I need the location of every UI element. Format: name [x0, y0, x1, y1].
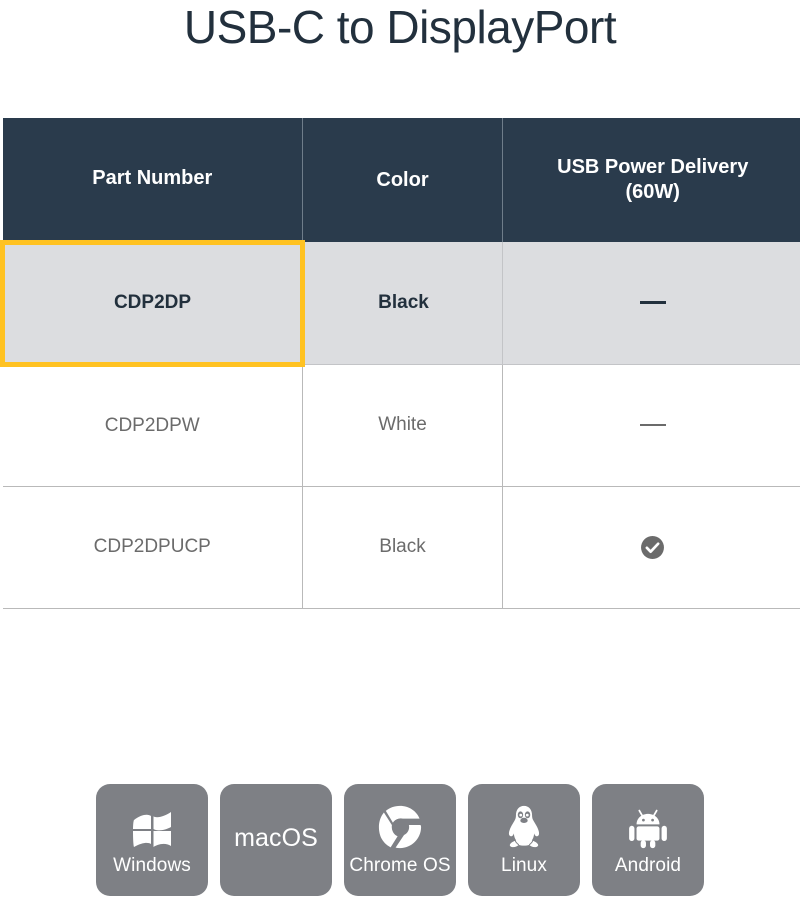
column-header-color: Color	[302, 118, 503, 242]
table-row[interactable]: CDP2DPW White	[2, 364, 800, 487]
column-header-part-number: Part Number	[2, 118, 303, 242]
os-badge-label: macOS	[234, 823, 318, 852]
table-row[interactable]: CDP2DPUCP Black	[2, 486, 800, 609]
os-badge-label: Windows	[113, 854, 191, 876]
table-row[interactable]: CDP2DP Black	[0, 239, 800, 367]
check-circle-icon	[640, 535, 665, 560]
chrome-wheel-icon	[377, 802, 423, 850]
cell-color: White	[302, 364, 503, 487]
os-badge-windows: Windows	[96, 784, 208, 896]
os-badge-label: Android	[614, 854, 682, 876]
android-robot-icon	[626, 802, 670, 850]
table-body: CDP2DP Black CDP2DPW White CDP2DPUCP Bla…	[0, 239, 800, 609]
os-badge-macos: macOS	[220, 784, 332, 896]
os-badge-label: Linux	[501, 854, 547, 876]
cell-part-number-selected[interactable]: CDP2DP	[0, 239, 305, 367]
cell-color: Black	[302, 486, 503, 609]
os-badge-linux: Linux	[468, 784, 580, 896]
power-header-line2: (60W)	[625, 181, 680, 203]
cell-power-delivery	[502, 242, 800, 365]
os-badge-chromeos: Chrome OS	[344, 784, 456, 896]
windows-flag-icon	[130, 802, 174, 850]
cell-power-delivery	[502, 364, 800, 487]
column-header-usb-power-delivery: USB Power Delivery (60W)	[502, 118, 800, 242]
cell-part-number: CDP2DPW	[2, 364, 303, 487]
page-title: USB-C to DisplayPort	[183, 1, 617, 53]
dash-icon	[639, 423, 666, 426]
product-spec-table: Part Number Color USB Power Delivery (60…	[0, 118, 800, 609]
cell-power-delivery	[502, 486, 800, 609]
power-header-line1: USB Power Delivery	[557, 156, 749, 178]
os-badge-android: Android	[592, 784, 704, 896]
table-header-row: Part Number Color USB Power Delivery (60…	[2, 118, 800, 242]
cell-part-number: CDP2DPUCP	[2, 486, 303, 609]
table-header: Part Number Color USB Power Delivery (60…	[2, 118, 800, 242]
os-badge-label: Chrome OS	[349, 854, 451, 876]
cell-color: Black	[302, 242, 503, 365]
os-support-strip: Windows macOS Chrome OS Linux Android	[0, 784, 800, 896]
tux-penguin-icon	[504, 802, 544, 850]
dash-icon	[639, 301, 666, 305]
